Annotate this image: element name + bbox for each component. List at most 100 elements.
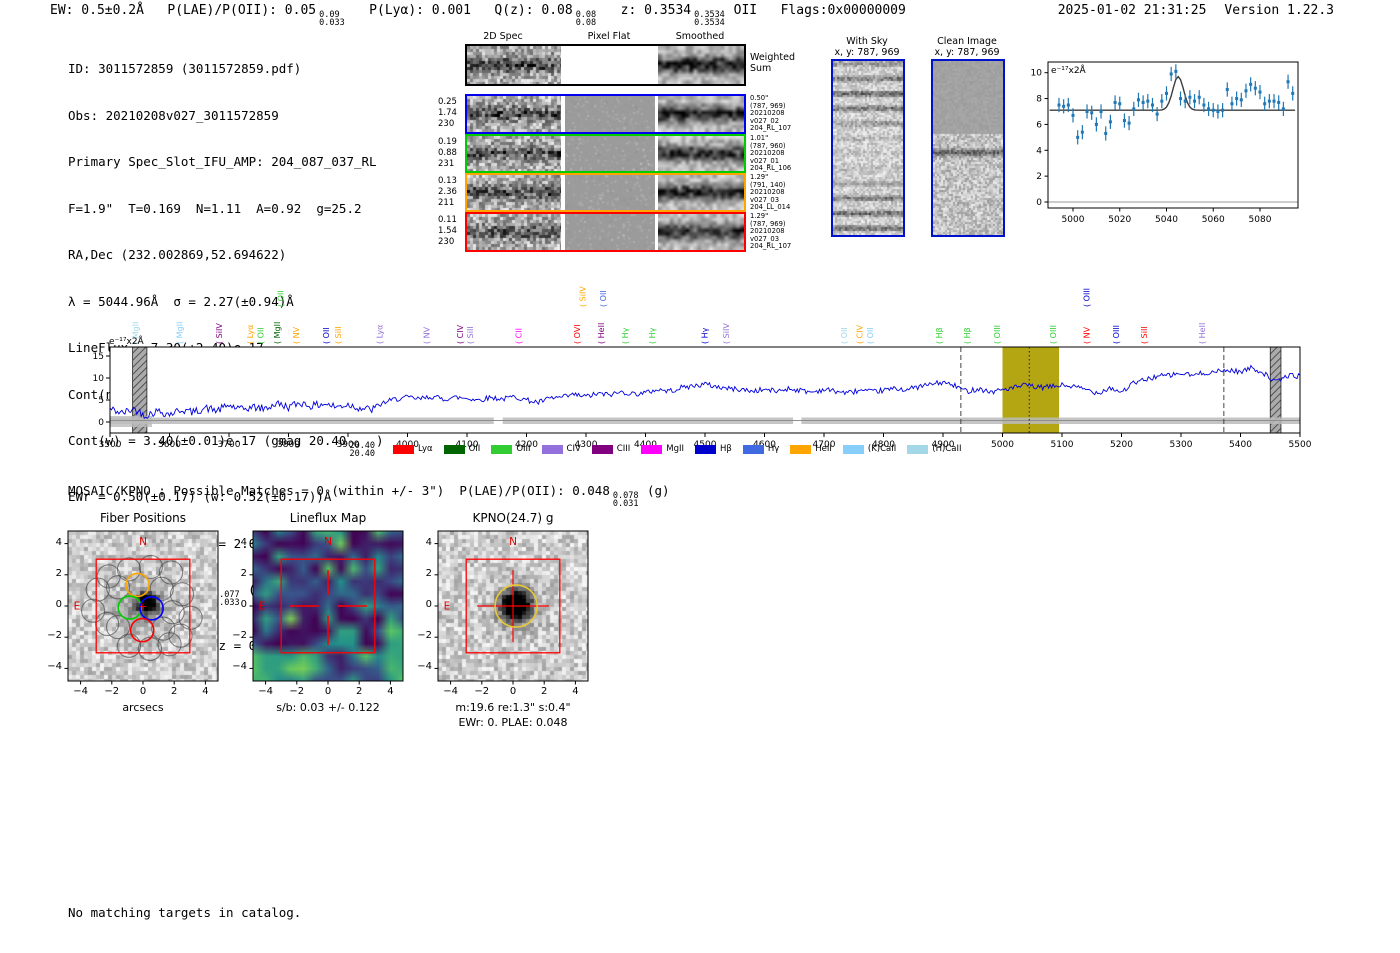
cutout-left-value: 211 — [438, 198, 455, 208]
legend-swatch — [695, 444, 717, 454]
y-tick-label: −4 — [232, 661, 247, 673]
panel-overlay-flux: NE — [249, 530, 404, 685]
legend-item-Lyα: Lyα — [393, 444, 433, 454]
legend-item-Hγ: Hγ — [742, 444, 779, 454]
with-sky-title: With Sky x, y: 787, 969 — [827, 36, 907, 58]
emission-line-label: ( MgII — [176, 322, 185, 344]
cutout-right-label: Sum — [750, 63, 772, 74]
cutout-left-value: 0.19 — [438, 137, 457, 147]
svg-text:5080: 5080 — [1249, 215, 1272, 225]
cutout-pixel-flat-fiber-2 — [565, 136, 655, 171]
svg-text:5000: 5000 — [991, 440, 1014, 450]
svg-text:4: 4 — [1036, 146, 1042, 156]
svg-text:0: 0 — [98, 418, 104, 428]
cutout-left-values-fiber-2: 0.19 0.88 231 — [438, 137, 462, 170]
legend-item-Hβ: Hβ — [695, 444, 732, 454]
emission-line-label: ( OIII — [1049, 325, 1058, 344]
legend-label: (H)CaII — [932, 444, 962, 454]
svg-text:e⁻¹⁷x2Å: e⁻¹⁷x2Å — [1051, 64, 1087, 76]
legend-swatch — [742, 444, 764, 454]
svg-text:6: 6 — [1036, 120, 1042, 130]
emission-line-label: ( Lyα — [246, 325, 255, 344]
legend-label: OIII — [516, 444, 531, 454]
legend-item-(K)CaII: (K)CaII — [842, 444, 896, 454]
value-uncertainty: 0.08 0.08 — [575, 10, 597, 28]
info-line-obs: Obs: 20210208v027_3011572859 — [68, 107, 279, 123]
y-tick-label: −2 — [232, 630, 247, 642]
x-tick-label: 2 — [171, 686, 178, 697]
legend-label: CIII — [616, 444, 631, 454]
value-uncertainty: 0.078 0.031 — [612, 491, 639, 509]
x-tick-label: −4 — [443, 686, 458, 697]
x-tick-label: 0 — [139, 686, 147, 697]
cutout-pixel-flat-fiber-3 — [565, 175, 655, 210]
legend-label: MgII — [666, 444, 685, 454]
x-tick-label: −2 — [474, 686, 490, 697]
panel-caption-2: EWr: 0. PLAE: 0.048 — [458, 716, 568, 729]
cutout-right-label: 204_RL_106 — [750, 164, 792, 173]
report-timestamp: 2025-01-02 21:31:25 — [1057, 3, 1207, 18]
emission-line-label: ( OII — [257, 327, 266, 344]
legend-swatch — [790, 444, 812, 454]
x-tick-label: 4 — [572, 686, 579, 697]
emission-line-label: ( SiIV — [578, 286, 587, 307]
cutout-left-value: 0.13 — [438, 176, 457, 186]
cutout-smoothed-fiber-1 — [658, 96, 744, 132]
emission-line-label: ( OII — [599, 290, 608, 307]
cutout-right-labels-weighted: Weighted Sum — [750, 52, 795, 74]
y-tick-label: 2 — [425, 567, 432, 579]
cutout-left-value: 1.54 — [438, 226, 457, 236]
cutout-smoothed-fiber-3 — [658, 175, 744, 210]
cutout-right-label: 204_LL_014 — [750, 203, 791, 212]
clean-image-title: Clean Image x, y: 787, 969 — [927, 36, 1007, 58]
svg-text:10: 10 — [1031, 69, 1043, 79]
emission-line-label: ( CIV — [456, 324, 465, 344]
x-tick-label: −4 — [73, 686, 88, 697]
y-tick-label: −2 — [47, 630, 62, 642]
cutout-2d-spec-fiber-2 — [467, 136, 561, 171]
cutout-pixel-flat-fiber-1 — [565, 96, 655, 132]
cutout-right-label: 204_RL_107 — [750, 124, 792, 133]
emission-line-label: ( SiIV — [722, 323, 731, 344]
cutout-row-weighted — [465, 44, 746, 86]
value-uncertainty: 0.3534 0.3534 — [694, 10, 725, 28]
svg-text:N: N — [509, 536, 517, 548]
y-tick-label: −4 — [47, 661, 62, 673]
cutout-right-label: Weighted — [750, 52, 795, 63]
info-line-radec: RA,Dec (232.002869,52.694622) — [68, 247, 287, 262]
panel-title-flux: Lineflux Map — [289, 511, 367, 525]
cutout-right-labels-fiber-4: 1.29" (787, 969) 20210208 v027_03 204_RL_107 — [750, 212, 791, 251]
x-tick-label: −4 — [258, 686, 273, 697]
full-spectrum-plot: 3500360037003800390040004100420043004400… — [93, 286, 1312, 450]
emission-line-label: ( SiIV — [215, 323, 224, 344]
svg-text:5020: 5020 — [1108, 215, 1131, 225]
emission-line-label: ( NV — [1082, 326, 1091, 344]
y-tick-label: 4 — [425, 536, 432, 548]
cutout-smoothed-weighted — [658, 46, 744, 84]
cutout-left-values-fiber-4: 0.11 1.54 230 — [438, 215, 462, 248]
info-line-fthna: F=1.9" T=0.169 N=1.11 A=0.92 g=25.2 — [68, 200, 362, 216]
y-tick-label: 2 — [240, 567, 247, 579]
cutout-column-header: Smoothed — [675, 31, 725, 42]
cutout-right-labels-fiber-3: 1.29" (791, 140) 20210208 v027_03 204_LL_014 — [750, 173, 791, 212]
svg-text:3500: 3500 — [99, 440, 122, 450]
svg-text:E: E — [74, 601, 81, 613]
svg-text:10: 10 — [93, 374, 105, 384]
legend-swatch — [443, 444, 465, 454]
cutout-smoothed-fiber-2 — [658, 136, 744, 171]
panel-overlay-fiber: + N E — [64, 530, 219, 685]
cutout-left-value: 230 — [438, 119, 455, 129]
with-sky-title-text: With Sky — [846, 36, 888, 47]
cutout-row-fiber-2 — [465, 134, 746, 173]
svg-text:5060: 5060 — [1202, 215, 1225, 225]
emission-line-label: ( NV — [423, 326, 432, 344]
cutout-row-fiber-3 — [465, 173, 746, 212]
legend-label: CIV — [566, 444, 581, 454]
cutout-smoothed-fiber-4 — [658, 214, 744, 250]
x-tick-label: 0 — [324, 686, 332, 697]
emission-line-label: ( OII — [866, 327, 875, 344]
cutout-left-value: 230 — [438, 237, 455, 247]
legend-swatch — [393, 444, 414, 454]
cutout-right-labels-fiber-2: 1.01" (787, 960) 20210208 v027_01 204_RL_106 — [750, 134, 792, 173]
panel-caption-1: m:19.6 re:1.3" s:0.4" — [455, 701, 571, 714]
